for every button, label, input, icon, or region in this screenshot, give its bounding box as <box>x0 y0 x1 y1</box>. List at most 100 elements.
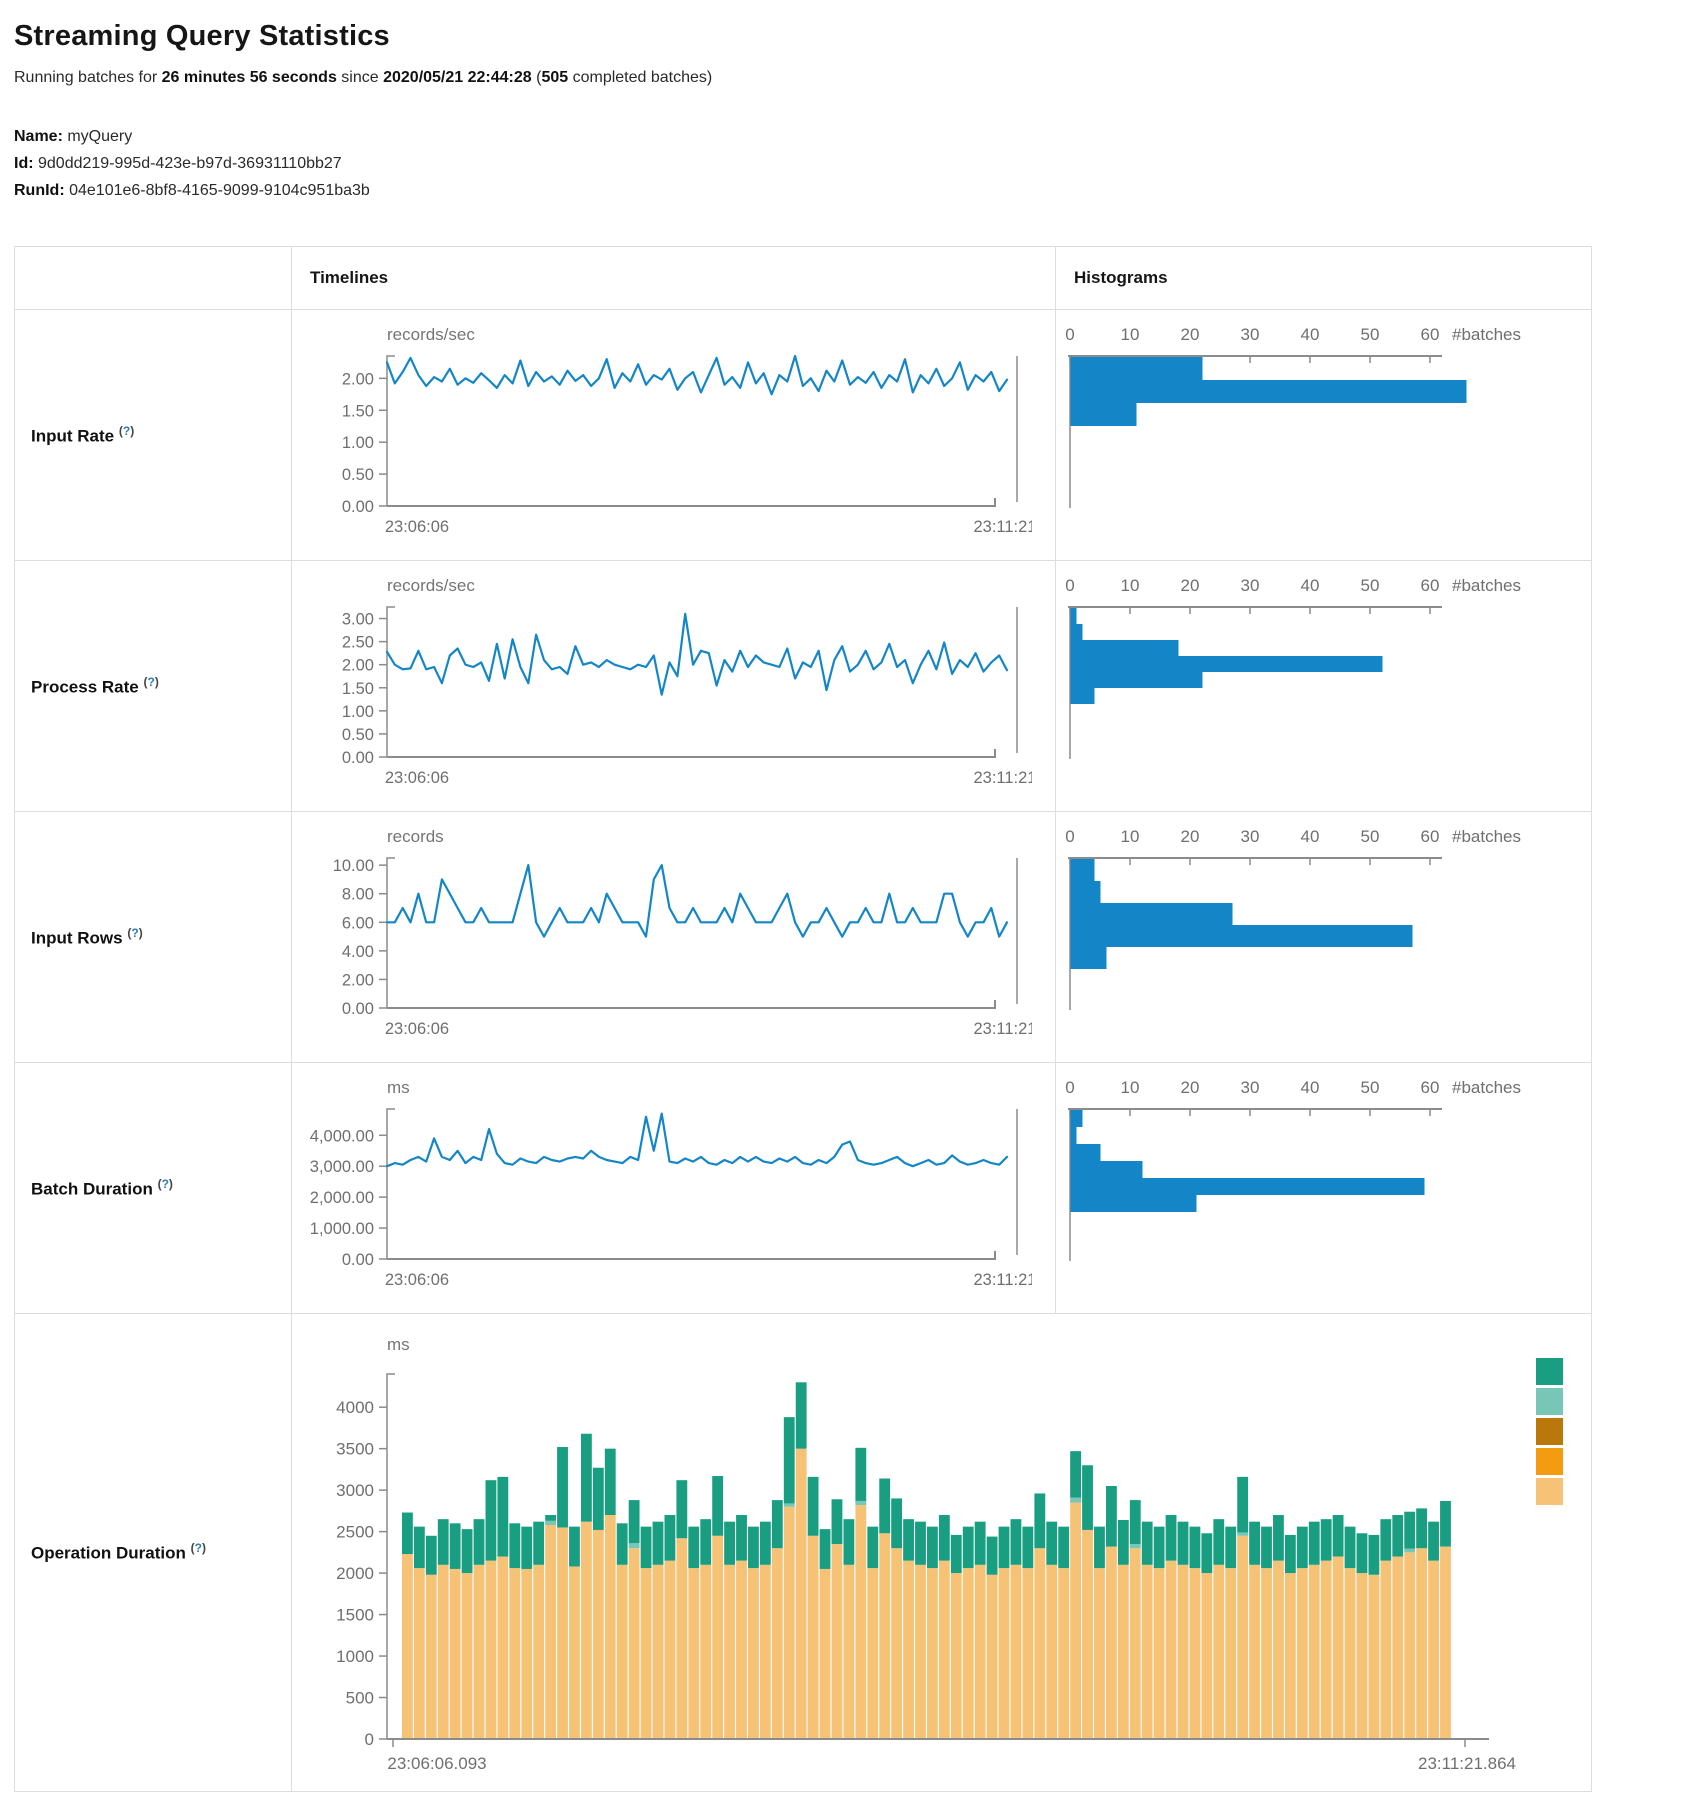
operation-duration-help-tooltip[interactable]: (?) <box>191 1541 206 1555</box>
histogram-svg: 0102030405060#batches <box>1056 310 1566 550</box>
process-rate-timeline-chart: records/sec3.002.502.001.501.000.500.002… <box>292 561 1055 806</box>
svg-text:23:06:06: 23:06:06 <box>385 1271 449 1289</box>
batch-duration-help-tooltip[interactable]: (?) <box>158 1177 173 1191</box>
statistics-table: Timelines Histograms Input Rate (?) reco… <box>14 246 1592 1792</box>
svg-text:records/sec: records/sec <box>387 325 475 344</box>
header-empty-cell <box>15 247 292 310</box>
svg-text:20: 20 <box>1181 1078 1200 1097</box>
header-histograms: Histograms <box>1056 247 1592 310</box>
svg-text:0: 0 <box>1065 1078 1074 1097</box>
row-input-rate: Input Rate (?) records/sec2.001.501.000.… <box>15 310 1592 561</box>
legend-swatch <box>1536 1388 1563 1415</box>
svg-text:20: 20 <box>1181 576 1200 595</box>
question-mark-icon: ? <box>195 1541 202 1555</box>
process-rate-label: Process Rate <box>31 677 139 696</box>
process-rate-help-tooltip[interactable]: (?) <box>143 675 158 689</box>
svg-text:60: 60 <box>1421 576 1440 595</box>
svg-text:6.00: 6.00 <box>342 914 374 932</box>
svg-text:23:06:06: 23:06:06 <box>385 769 449 787</box>
svg-text:2500: 2500 <box>336 1523 374 1542</box>
query-name-label: Name: <box>14 128 63 145</box>
svg-text:0.50: 0.50 <box>342 466 374 484</box>
batch-duration-histogram-chart: 0102030405060#batches <box>1056 1063 1591 1308</box>
svg-text:23:11:21: 23:11:21 <box>973 1271 1032 1289</box>
header-timelines: Timelines <box>292 247 1056 310</box>
svg-text:20: 20 <box>1181 827 1200 846</box>
svg-text:10: 10 <box>1121 827 1140 846</box>
svg-text:1,000.00: 1,000.00 <box>310 1220 374 1238</box>
svg-text:23:11:21: 23:11:21 <box>973 1020 1032 1038</box>
svg-text:40: 40 <box>1301 1078 1320 1097</box>
row-process-rate: Process Rate (?) records/sec3.002.502.00… <box>15 561 1592 812</box>
query-id-value: 9d0dd219-995d-423e-b97d-36931110bb27 <box>34 155 342 172</box>
svg-text:23:11:21: 23:11:21 <box>973 518 1032 536</box>
legend-swatch <box>1536 1358 1563 1385</box>
legend-swatch <box>1536 1448 1563 1475</box>
timeline-svg: records/sec3.002.502.001.501.000.500.002… <box>292 561 1032 801</box>
stacked-bar-svg: ms4000350030002500200015001000500023:06:… <box>292 1314 1547 1786</box>
svg-text:0: 0 <box>365 1730 374 1749</box>
svg-text:60: 60 <box>1421 827 1440 846</box>
svg-text:#batches: #batches <box>1452 827 1521 846</box>
input-rows-timeline-cell: records10.008.006.004.002.000.0023:06:06… <box>292 812 1056 1063</box>
svg-text:60: 60 <box>1421 1078 1440 1097</box>
svg-text:4000: 4000 <box>336 1398 374 1417</box>
operation-duration-chart-cell: ms4000350030002500200015001000500023:06:… <box>292 1314 1592 1792</box>
svg-text:0: 0 <box>1065 827 1074 846</box>
input-rows-label: Input Rows <box>31 928 123 947</box>
svg-text:3.00: 3.00 <box>342 611 374 629</box>
input-rate-label: Input Rate <box>31 426 114 445</box>
svg-text:40: 40 <box>1301 576 1320 595</box>
process-rate-timeline-cell: records/sec3.002.502.001.501.000.500.002… <box>292 561 1056 812</box>
legend-swatch <box>1536 1478 1563 1505</box>
svg-text:1500: 1500 <box>336 1606 374 1625</box>
svg-text:1.50: 1.50 <box>342 402 374 420</box>
process-rate-histogram-chart: 0102030405060#batches <box>1056 561 1591 806</box>
timeline-svg: records/sec2.001.501.000.500.0023:06:062… <box>292 310 1032 550</box>
svg-text:0: 0 <box>1065 325 1074 344</box>
svg-text:10: 10 <box>1121 1078 1140 1097</box>
svg-text:500: 500 <box>346 1689 374 1708</box>
svg-text:1.00: 1.00 <box>342 434 374 452</box>
summary-open-paren: ( <box>532 69 542 86</box>
svg-text:3000: 3000 <box>336 1481 374 1500</box>
summary-since: 2020/05/21 22:44:28 <box>383 69 532 86</box>
query-runid-line: RunId: 04e101e6-8bf8-4165-9099-9104c951b… <box>14 177 1693 204</box>
svg-text:30: 30 <box>1241 827 1260 846</box>
svg-text:#batches: #batches <box>1452 325 1521 344</box>
svg-text:0: 0 <box>1065 576 1074 595</box>
running-batches-summary: Running batches for 26 minutes 56 second… <box>14 69 1693 87</box>
svg-text:1.00: 1.00 <box>342 703 374 721</box>
svg-text:23:11:21: 23:11:21 <box>973 769 1032 787</box>
input-rate-histogram-cell: 0102030405060#batches <box>1056 310 1592 561</box>
timeline-svg: records10.008.006.004.002.000.0023:06:06… <box>292 812 1032 1052</box>
svg-text:20: 20 <box>1181 325 1200 344</box>
query-meta: Name: myQuery Id: 9d0dd219-995d-423e-b97… <box>14 123 1693 204</box>
svg-text:2,000.00: 2,000.00 <box>310 1189 374 1207</box>
svg-text:23:06:06: 23:06:06 <box>385 518 449 536</box>
svg-text:10: 10 <box>1121 576 1140 595</box>
svg-text:30: 30 <box>1241 576 1260 595</box>
histogram-svg: 0102030405060#batches <box>1056 812 1566 1052</box>
svg-text:23:06:06.093: 23:06:06.093 <box>387 1754 486 1773</box>
svg-text:1000: 1000 <box>336 1647 374 1666</box>
input-rows-help-tooltip[interactable]: (?) <box>127 926 142 940</box>
histogram-svg: 0102030405060#batches <box>1056 1063 1566 1303</box>
svg-text:50: 50 <box>1361 1078 1380 1097</box>
svg-text:1.50: 1.50 <box>342 680 374 698</box>
query-runid-value: 04e101e6-8bf8-4165-9099-9104c951ba3b <box>65 182 370 199</box>
svg-text:23:06:06: 23:06:06 <box>385 1020 449 1038</box>
process-rate-label-cell: Process Rate (?) <box>15 561 292 812</box>
histogram-svg: 0102030405060#batches <box>1056 561 1566 801</box>
input-rows-label-cell: Input Rows (?) <box>15 812 292 1063</box>
input-rate-help-tooltip[interactable]: (?) <box>119 424 134 438</box>
batch-duration-label: Batch Duration <box>31 1179 153 1198</box>
batch-duration-timeline-chart: ms4,000.003,000.002,000.001,000.000.0023… <box>292 1063 1055 1308</box>
svg-text:50: 50 <box>1361 325 1380 344</box>
operation-duration-label-cell: Operation Duration (?) <box>15 1314 292 1792</box>
input-rate-timeline-cell: records/sec2.001.501.000.500.0023:06:062… <box>292 310 1056 561</box>
batch-duration-label-cell: Batch Duration (?) <box>15 1063 292 1314</box>
svg-text:2.00: 2.00 <box>342 657 374 675</box>
page-title: Streaming Query Statistics <box>14 20 1693 53</box>
query-id-label: Id: <box>14 155 34 172</box>
